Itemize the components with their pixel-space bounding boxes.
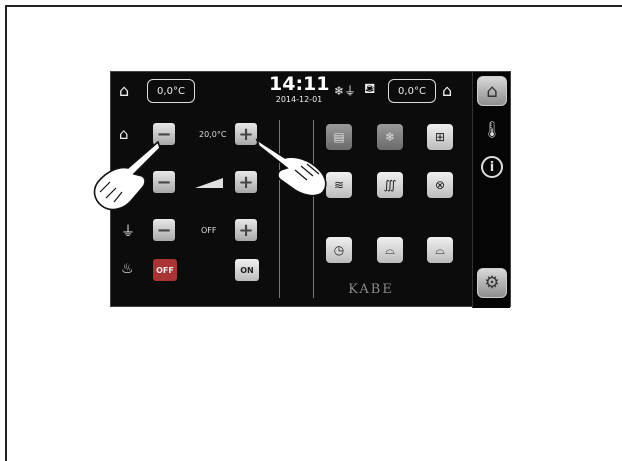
- sidebar: ⌂ 🌡 i ⚙: [472, 72, 510, 308]
- snow-electric-status-icon: ❄⏚: [334, 84, 357, 98]
- electric-plus-button[interactable]: +: [235, 219, 257, 241]
- clock: 14:11: [269, 73, 330, 95]
- heating-coil-tile[interactable]: ∭: [377, 172, 403, 198]
- info-icon: i: [481, 156, 503, 178]
- gas-off-button[interactable]: OFF: [153, 259, 177, 281]
- gas-on-button[interactable]: ON: [235, 259, 259, 281]
- flame-icon: ♨: [121, 261, 134, 277]
- fan-level-indicator: [195, 178, 223, 188]
- heating-coil-icon: ∭: [383, 178, 397, 192]
- timer-tile[interactable]: ◷: [326, 237, 352, 263]
- outside-temp-display: 0,0°C: [388, 79, 436, 103]
- setpoint-plus-button[interactable]: +: [235, 123, 257, 145]
- ac-electric-tile[interactable]: ⊞: [427, 124, 453, 150]
- heated-floor-icon: ≋: [333, 178, 345, 192]
- heater-icon: ▤: [333, 130, 345, 144]
- seat-tile[interactable]: ⌓: [427, 237, 453, 263]
- pointing-hand-icon: [255, 138, 327, 197]
- house-thermometer-icon: ⌂: [119, 81, 130, 100]
- fan-plus-button[interactable]: +: [235, 171, 257, 193]
- info-button[interactable]: i: [477, 152, 507, 182]
- electric-value: OFF: [201, 226, 217, 235]
- status-bar: ⌂ 0,0°C 14:11 2014-12-01 ❄⏚ ⛾ 0,0°C ⌂: [111, 72, 473, 110]
- circulation-tile[interactable]: ⊗: [427, 172, 453, 198]
- circulation-icon: ⊗: [434, 178, 446, 192]
- seat-icon: ⌓: [385, 242, 395, 257]
- seat-icon: ⌓: [435, 242, 445, 257]
- outside-thermometer-icon: ⌂: [442, 81, 453, 100]
- clock-thermometer-icon: ◷: [333, 243, 345, 257]
- date: 2014-12-01: [275, 95, 323, 104]
- pointing-hand-icon: [93, 140, 161, 211]
- gear-icon: ⚙: [484, 273, 500, 293]
- water-tap-icon: ⛾: [364, 81, 376, 97]
- electric-minus-button[interactable]: −: [153, 219, 175, 241]
- seat-tile[interactable]: ⌓: [377, 237, 403, 263]
- home-icon: ⌂: [486, 80, 498, 102]
- inside-temp-display: 0,0°C: [147, 79, 195, 103]
- brand-logo: KABE: [348, 282, 394, 297]
- ac-electric-icon: ⊞: [434, 130, 446, 144]
- setpoint-value: 20,0°C: [199, 130, 227, 139]
- snow-electric-tile[interactable]: ❄: [377, 124, 403, 150]
- thermometer-icon[interactable]: 🌡: [477, 114, 507, 144]
- settings-button[interactable]: ⚙: [477, 268, 507, 298]
- home-button[interactable]: ⌂: [477, 76, 507, 106]
- electric-plug-icon: ⏚: [121, 224, 135, 240]
- snow-electric-icon: ❄: [384, 130, 396, 144]
